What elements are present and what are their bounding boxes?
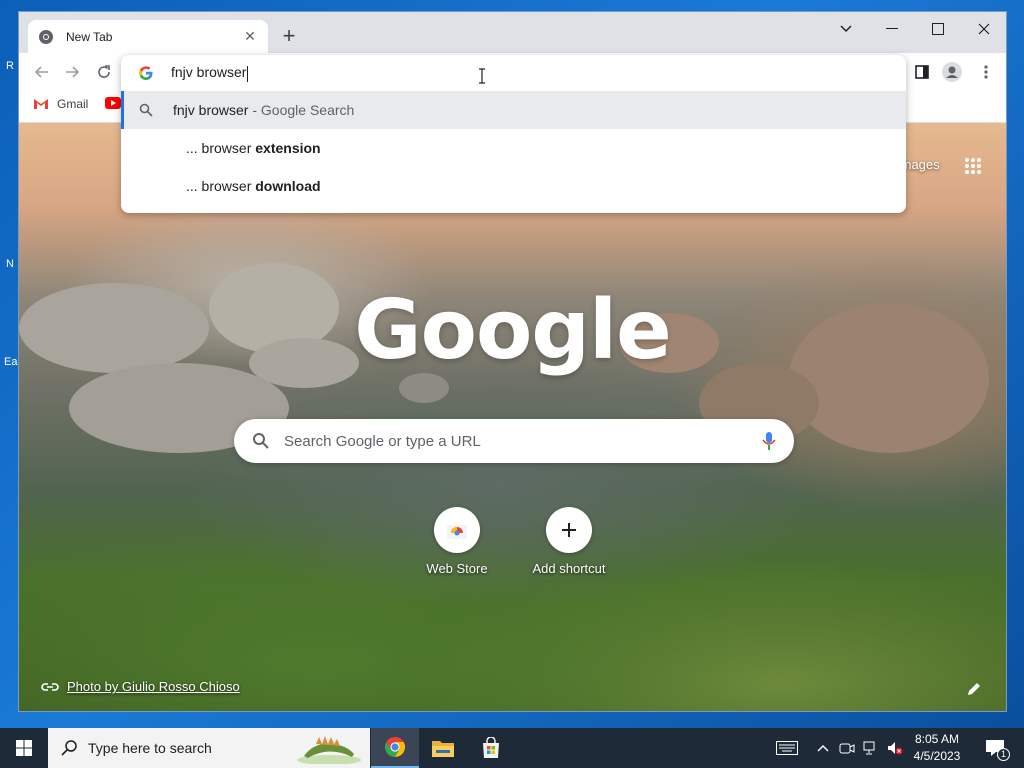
- store-icon: [483, 737, 499, 758]
- web-store-icon: [447, 525, 467, 539]
- address-input[interactable]: fnjv browser: [171, 64, 249, 82]
- tab-new-tab[interactable]: New Tab ✕: [28, 20, 268, 53]
- menu-button[interactable]: [975, 61, 997, 83]
- suggestion-google-search[interactable]: fnjv browser - Google Search: [121, 91, 906, 129]
- shortcut-icon-circle: [546, 507, 592, 553]
- avatar-icon: [942, 62, 962, 82]
- maximize-icon: [932, 23, 944, 35]
- text-caret: [247, 65, 249, 82]
- suggestion-text: fnjv browser - Google Search: [173, 102, 354, 118]
- apps-grid-icon[interactable]: [964, 157, 982, 175]
- minimize-button[interactable]: [869, 16, 915, 42]
- meet-now-icon[interactable]: [838, 739, 856, 757]
- close-icon[interactable]: ✕: [242, 28, 258, 45]
- suggestion-prefix: ... browser: [186, 178, 256, 194]
- tab-title: New Tab: [66, 29, 113, 44]
- address-bar[interactable]: fnjv browser: [121, 55, 906, 91]
- shortcut-web-store[interactable]: Web Store: [402, 507, 512, 576]
- desktop-icon-label[interactable]: Ea: [4, 356, 17, 368]
- google-logo: Google: [354, 283, 671, 378]
- pencil-icon[interactable]: [964, 679, 984, 699]
- taskbar-search-input[interactable]: Type here to search: [88, 740, 212, 756]
- back-button[interactable]: [31, 61, 53, 83]
- reload-icon: [98, 65, 110, 78]
- chevron-down-icon: [840, 25, 852, 33]
- search-box[interactable]: Search Google or type a URL: [234, 419, 794, 463]
- profile-button[interactable]: [941, 61, 963, 83]
- start-button[interactable]: [0, 728, 48, 768]
- address-input-text: fnjv browser: [171, 64, 247, 81]
- browser-window: New Tab ✕ + Gmail Images Google Search G…: [18, 11, 1007, 712]
- arrow-left-icon: [34, 66, 48, 78]
- youtube-icon: [105, 97, 121, 109]
- taskbar-search[interactable]: Type here to search: [48, 728, 370, 768]
- system-clock[interactable]: 8:05 AM 4/5/2023: [906, 731, 968, 765]
- bookmark-youtube[interactable]: [105, 97, 121, 109]
- keyboard-icon[interactable]: [776, 739, 798, 757]
- taskbar-store[interactable]: [467, 728, 515, 768]
- shortcut-label: Add shortcut: [532, 561, 606, 576]
- new-tab-button[interactable]: +: [277, 25, 301, 49]
- side-panel-icon: [915, 65, 929, 79]
- notification-center-button[interactable]: 1: [983, 739, 1010, 761]
- gmail-icon: [34, 99, 48, 109]
- clock-date: 4/5/2023: [913, 749, 961, 763]
- taskbar-chrome[interactable]: [371, 728, 419, 768]
- search-icon: [253, 433, 269, 449]
- minimize-icon: [886, 28, 898, 29]
- desktop-icon-label[interactable]: N: [6, 258, 14, 270]
- close-icon: [978, 23, 990, 35]
- suggestion-completion: extension: [255, 140, 321, 156]
- suggestion-suffix: - Google Search: [248, 102, 355, 118]
- chrome-icon: [384, 736, 406, 758]
- shortcut-add[interactable]: Add shortcut: [514, 507, 624, 576]
- chevron-up-icon[interactable]: [814, 739, 832, 757]
- ibeam-cursor-icon: [479, 68, 485, 84]
- search-icon: [61, 740, 77, 756]
- arrow-right-icon: [66, 66, 80, 78]
- bookmark-label: Gmail: [57, 97, 89, 111]
- reload-button[interactable]: [93, 61, 115, 83]
- suggestion-prefix: ... browser: [186, 140, 256, 156]
- notification-count-badge: 1: [997, 748, 1010, 761]
- maximize-button[interactable]: [915, 16, 961, 42]
- taskbar: Type here to search 8:05 AM 4/5/2023 1: [0, 728, 1024, 768]
- search-input[interactable]: Search Google or type a URL: [284, 433, 762, 450]
- shortcut-label: Web Store: [426, 561, 488, 576]
- suggestion-download[interactable]: ... browser download: [121, 167, 906, 205]
- tab-strip: New Tab ✕ +: [19, 12, 1006, 53]
- forward-button[interactable]: [61, 61, 83, 83]
- desktop-icon-label[interactable]: R: [6, 60, 14, 72]
- dinosaur-illustration-icon: [297, 736, 361, 764]
- microphone-icon[interactable]: [762, 431, 776, 451]
- link-icon: [41, 682, 59, 691]
- suggestion-query: fnjv browser: [173, 102, 249, 118]
- bookmark-gmail[interactable]: Gmail: [33, 97, 88, 111]
- shortcut-icon-circle: [434, 507, 480, 553]
- search-icon: [139, 103, 153, 117]
- network-icon[interactable]: [862, 739, 880, 757]
- photo-credit-link[interactable]: Photo by Giulio Rosso Chioso: [41, 679, 240, 694]
- photo-credit-text[interactable]: Photo by Giulio Rosso Chioso: [67, 679, 240, 694]
- close-window-button[interactable]: [961, 16, 1006, 42]
- omnibox-dropdown: fnjv browser fnjv browser - Google Searc…: [121, 55, 906, 213]
- tab-search-button[interactable]: [823, 16, 869, 42]
- more-vert-icon: [984, 65, 988, 79]
- clock-time: 8:05 AM: [914, 732, 960, 746]
- volume-muted-icon[interactable]: [886, 739, 904, 757]
- suggestion-text: ... browser extension: [186, 140, 321, 156]
- windows-logo-icon: [16, 740, 32, 756]
- plus-icon: [562, 523, 576, 537]
- suggestion-text: ... browser download: [186, 178, 321, 194]
- file-explorer-icon: [432, 741, 454, 757]
- google-g-icon: [139, 66, 153, 80]
- suggestion-completion: download: [255, 178, 321, 194]
- chrome-icon: [39, 29, 53, 44]
- suggestion-extension[interactable]: ... browser extension: [121, 129, 906, 167]
- taskbar-file-explorer[interactable]: [419, 728, 467, 768]
- side-panel-button[interactable]: [911, 61, 933, 83]
